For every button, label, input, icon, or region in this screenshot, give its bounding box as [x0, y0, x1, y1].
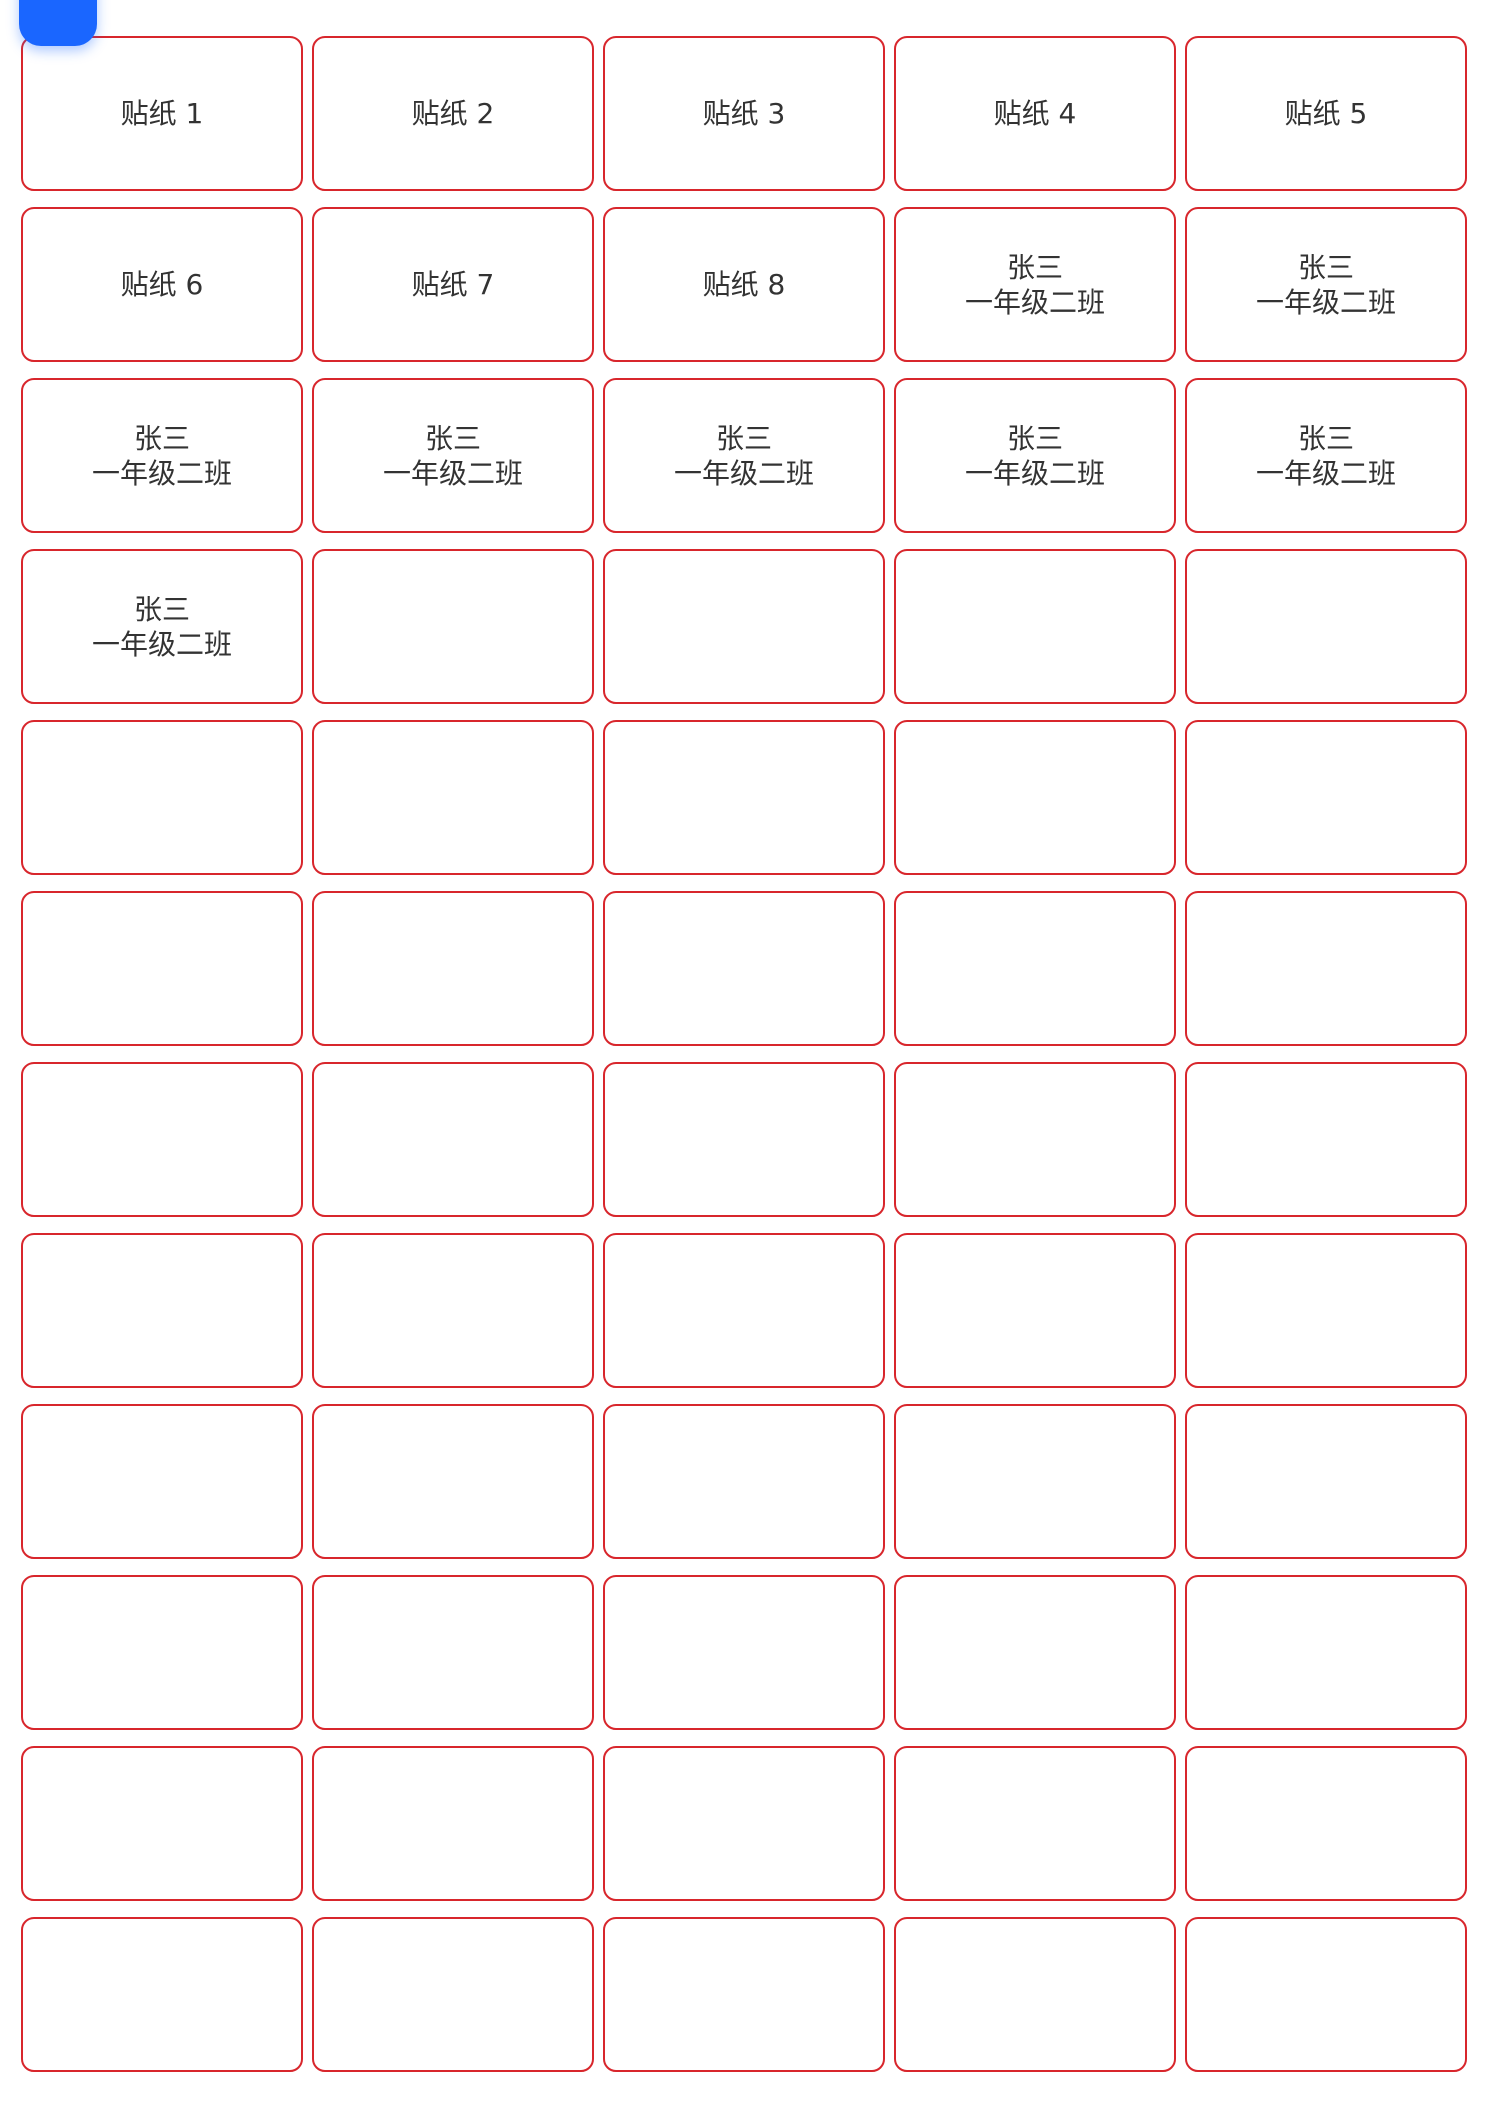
sticker-cell[interactable] [312, 549, 594, 704]
sticker-cell[interactable]: 贴纸 4 [894, 36, 1176, 191]
sticker-cell[interactable] [21, 1062, 303, 1217]
sticker-cell[interactable]: 张三 一年级二班 [1185, 378, 1467, 533]
sticker-cell[interactable]: 贴纸 2 [312, 36, 594, 191]
sticker-cell[interactable] [603, 1917, 885, 2072]
sticker-cell[interactable] [894, 1062, 1176, 1217]
sticker-label-line: 贴纸 5 [1284, 97, 1368, 130]
sticker-cell[interactable]: 张三 一年级二班 [894, 207, 1176, 362]
sticker-label-line: 张三 [424, 421, 481, 455]
sticker-cell[interactable]: 张三 一年级二班 [1185, 207, 1467, 362]
sticker-cell[interactable] [1185, 1233, 1467, 1388]
sticker-cell[interactable] [603, 1575, 885, 1730]
sticker-cell[interactable] [21, 1746, 303, 1901]
sticker-cell[interactable] [312, 891, 594, 1046]
sticker-cell[interactable] [312, 1746, 594, 1901]
sticker-cell[interactable] [312, 1575, 594, 1730]
sticker-label-line: 张三 [715, 421, 772, 455]
sticker-label-line: 贴纸 7 [411, 268, 495, 301]
sticker-cell[interactable] [894, 1746, 1176, 1901]
sticker-cell[interactable] [603, 891, 885, 1046]
sticker-cell[interactable]: 张三 一年级二班 [603, 378, 885, 533]
sticker-cell[interactable]: 张三 一年级二班 [894, 378, 1176, 533]
sticker-label-line: 张三 [1297, 421, 1354, 455]
sticker-label-line: 张三 [133, 421, 190, 455]
sticker-label-line: 贴纸 4 [993, 97, 1077, 130]
sticker-label-line: 贴纸 8 [702, 268, 786, 301]
sticker-cell[interactable] [21, 1404, 303, 1559]
sticker-cell[interactable]: 贴纸 7 [312, 207, 594, 362]
sticker-cell[interactable] [21, 720, 303, 875]
sticker-label-line: 一年级二班 [964, 285, 1105, 319]
sticker-cell[interactable]: 贴纸 5 [1185, 36, 1467, 191]
sticker-cell[interactable] [1185, 1917, 1467, 2072]
sticker-cell[interactable] [894, 1575, 1176, 1730]
sticker-cell[interactable] [1185, 549, 1467, 704]
sticker-label-line: 张三 [1297, 250, 1354, 284]
sticker-label-line: 贴纸 3 [702, 97, 786, 130]
sticker-label-line: 贴纸 2 [411, 97, 495, 130]
sticker-cell[interactable] [21, 1575, 303, 1730]
sticker-label-line: 一年级二班 [91, 456, 232, 490]
sticker-label-line: 一年级二班 [1255, 285, 1396, 319]
sticker-cell[interactable] [894, 1404, 1176, 1559]
sticker-cell[interactable] [1185, 1575, 1467, 1730]
sticker-cell[interactable] [603, 1062, 885, 1217]
sticker-cell[interactable] [1185, 1062, 1467, 1217]
sticker-cell[interactable] [603, 1233, 885, 1388]
sticker-label-line: 一年级二班 [91, 627, 232, 661]
sticker-cell[interactable] [894, 1233, 1176, 1388]
sticker-cell[interactable] [894, 1917, 1176, 2072]
sticker-cell[interactable]: 贴纸 1 [21, 36, 303, 191]
sticker-label-line: 一年级二班 [1255, 456, 1396, 490]
sticker-cell[interactable] [603, 720, 885, 875]
sticker-sheet: 贴纸 1 贴纸 2 贴纸 3 贴纸 4 贴纸 5 贴纸 6 贴纸 7 贴纸 8 张三 一年级二班张… [21, 36, 1467, 2072]
sticker-label-line: 张三 [1006, 250, 1063, 284]
sticker-label-line: 张三 [1006, 421, 1063, 455]
sticker-label-line: 贴纸 6 [120, 268, 204, 301]
sticker-cell[interactable] [1185, 891, 1467, 1046]
sticker-cell[interactable]: 贴纸 6 [21, 207, 303, 362]
sticker-cell[interactable] [312, 1233, 594, 1388]
floating-action-button[interactable] [19, 0, 97, 46]
sticker-cell[interactable] [21, 1233, 303, 1388]
sticker-label-line: 张三 [133, 592, 190, 626]
sticker-cell[interactable] [21, 891, 303, 1046]
sticker-cell[interactable] [603, 1404, 885, 1559]
sticker-cell[interactable] [312, 1062, 594, 1217]
sticker-cell[interactable]: 张三 一年级二班 [312, 378, 594, 533]
sticker-cell[interactable] [894, 720, 1176, 875]
sticker-cell[interactable] [1185, 1746, 1467, 1901]
sticker-cell[interactable]: 张三 一年级二班 [21, 378, 303, 533]
sticker-cell[interactable] [21, 1917, 303, 2072]
sticker-cell[interactable]: 贴纸 3 [603, 36, 885, 191]
sticker-cell[interactable] [312, 1404, 594, 1559]
sticker-label-line: 贴纸 1 [120, 97, 204, 130]
sticker-cell[interactable] [1185, 1404, 1467, 1559]
sticker-label-line: 一年级二班 [382, 456, 523, 490]
sticker-cell[interactable] [603, 1746, 885, 1901]
sticker-cell[interactable]: 贴纸 8 [603, 207, 885, 362]
sticker-cell[interactable] [312, 720, 594, 875]
sticker-cell[interactable] [1185, 720, 1467, 875]
sticker-label-line: 一年级二班 [964, 456, 1105, 490]
sticker-cell[interactable] [894, 549, 1176, 704]
sticker-cell[interactable] [312, 1917, 594, 2072]
sticker-cell[interactable] [894, 891, 1176, 1046]
sticker-label-line: 一年级二班 [673, 456, 814, 490]
sticker-cell[interactable]: 张三 一年级二班 [21, 549, 303, 704]
sticker-cell[interactable] [603, 549, 885, 704]
